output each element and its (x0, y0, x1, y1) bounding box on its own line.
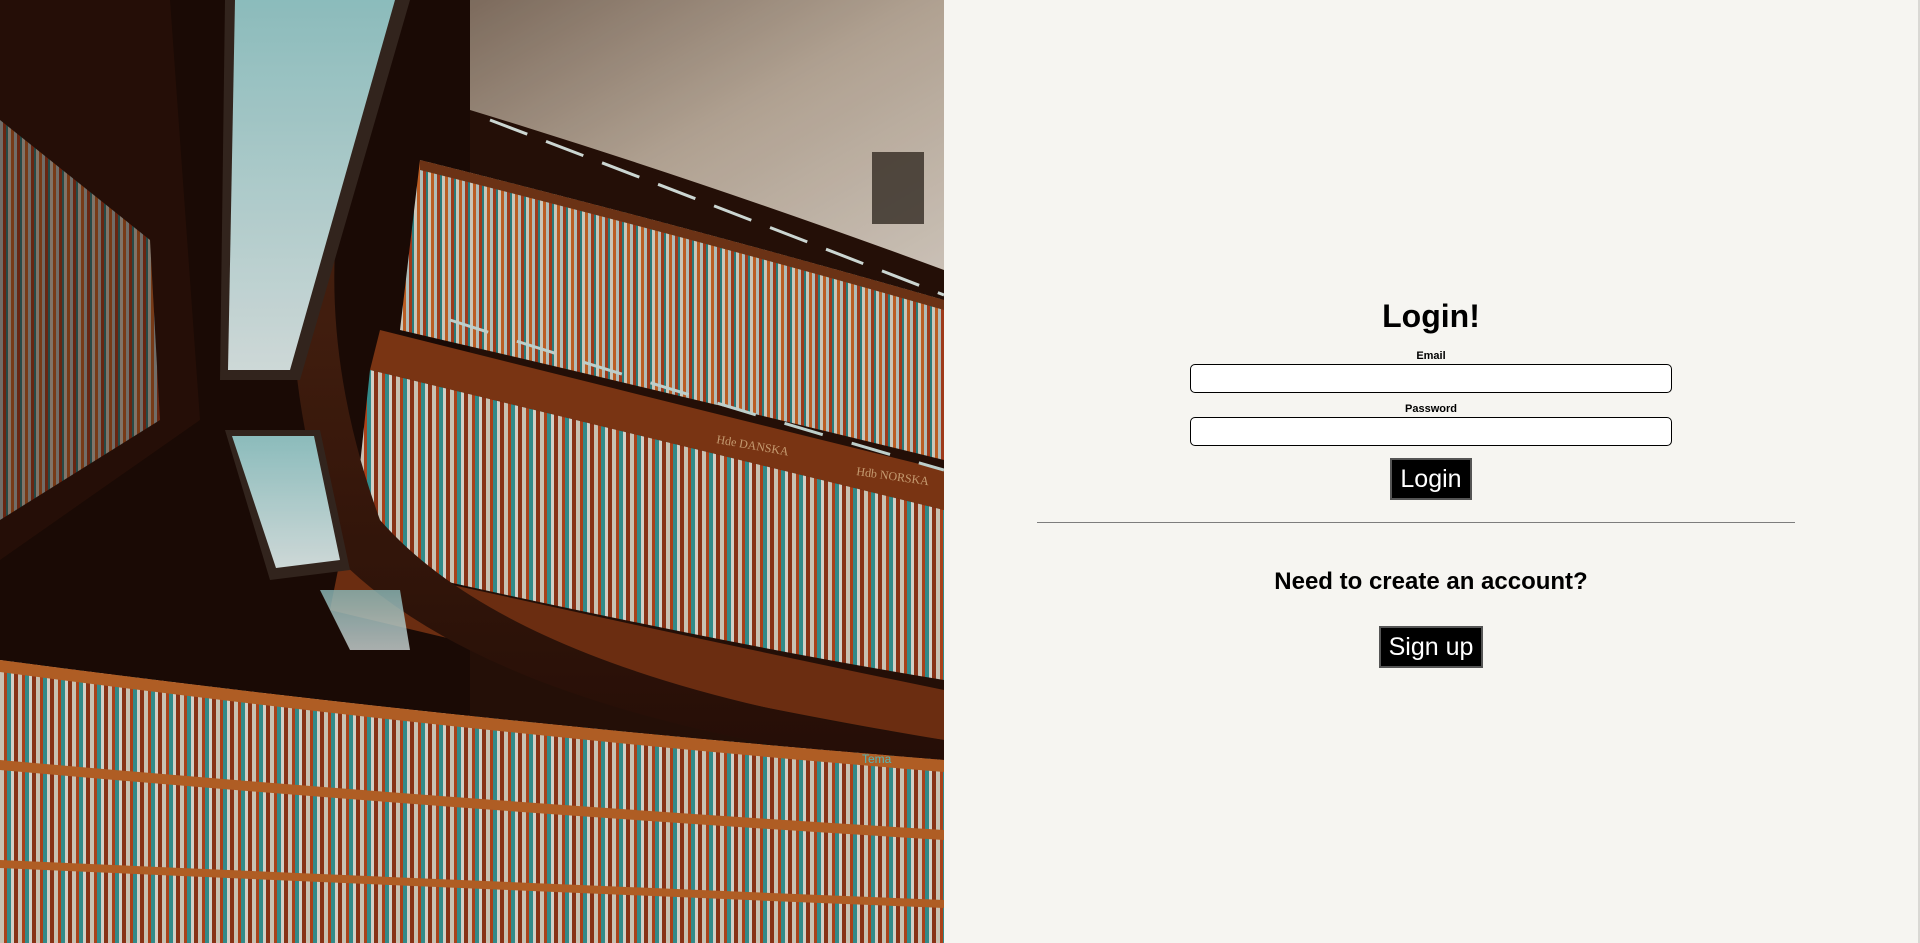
login-form: Login! Email Password Login (944, 294, 1918, 500)
section-divider (1037, 522, 1795, 523)
signup-button[interactable]: Sign up (1378, 626, 1484, 668)
password-label: Password (1405, 403, 1457, 415)
auth-panel: Login! Email Password Login Need to crea… (944, 0, 1920, 943)
signup-section: Need to create an account? Sign up (944, 566, 1918, 668)
email-input[interactable] (1190, 364, 1672, 393)
library-illustration: Hde DANSKA Hdb NORSKA Tema (0, 0, 944, 943)
signup-heading: Need to create an account? (1274, 568, 1588, 595)
email-label: Email (1416, 350, 1446, 362)
password-input[interactable] (1190, 417, 1672, 446)
login-button[interactable]: Login (1390, 458, 1472, 500)
auth-page: Hde DANSKA Hdb NORSKA Tema Login! Email … (0, 0, 1920, 943)
library-hero-image: Hde DANSKA Hdb NORSKA Tema (0, 0, 944, 943)
login-title: Login! (1382, 298, 1480, 334)
